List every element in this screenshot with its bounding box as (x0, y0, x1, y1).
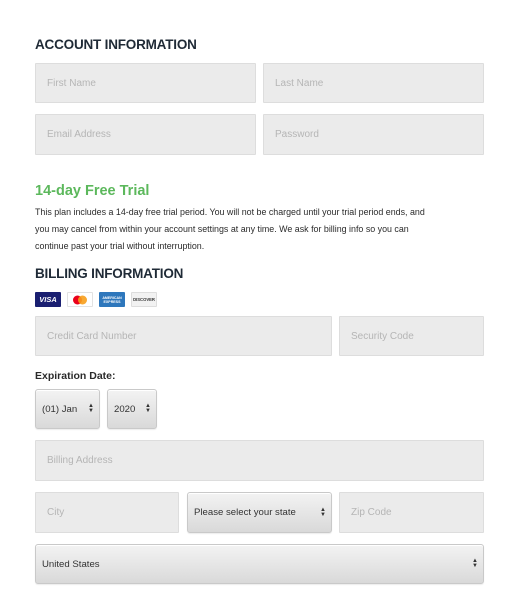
trial-description: This plan includes a 14-day free trial p… (35, 204, 495, 255)
expiration-year-select[interactable]: 2020 ▲ ▼ (107, 389, 157, 429)
billing-information-heading: BILLING INFORMATION (35, 266, 184, 281)
select-arrows-icon: ▲ ▼ (320, 506, 326, 518)
expiration-month-value: (01) Jan (42, 403, 78, 415)
visa-icon: VISA (35, 292, 61, 307)
security-code-input[interactable]: Security Code (339, 316, 484, 356)
first-name-input[interactable]: First Name (35, 63, 256, 103)
discover-icon: DISCOVER (131, 292, 157, 307)
select-arrows-icon: ▲ ▼ (88, 403, 94, 414)
trial-description-line: This plan includes a 14-day free trial p… (35, 207, 425, 217)
zip-code-input[interactable]: Zip Code (339, 492, 484, 533)
password-input[interactable]: Password (263, 114, 484, 155)
state-select[interactable]: Please select your state ▲ ▼ (187, 492, 332, 533)
expiration-month-select[interactable]: (01) Jan ▲ ▼ (35, 389, 100, 429)
expiration-date-label: Expiration Date: (35, 370, 116, 382)
email-input[interactable]: Email Address (35, 114, 256, 155)
mastercard-icon (67, 292, 93, 307)
trial-heading: 14-day Free Trial (35, 183, 150, 199)
trial-description-line: you may cancel from within your account … (35, 224, 409, 234)
select-arrows-icon: ▲ ▼ (145, 403, 151, 414)
state-select-value: Please select your state (194, 507, 296, 518)
city-input[interactable]: City (35, 492, 179, 533)
country-select[interactable]: United States ▲ ▼ (35, 544, 484, 584)
credit-card-number-input[interactable]: Credit Card Number (35, 316, 332, 356)
last-name-input[interactable]: Last Name (263, 63, 484, 103)
mastercard-logo (73, 295, 87, 304)
expiration-year-value: 2020 (114, 403, 136, 415)
select-arrows-icon: ▲ ▼ (472, 558, 478, 569)
trial-description-line: continue past your trial without interru… (35, 241, 205, 251)
billing-address-input[interactable]: Billing Address (35, 440, 484, 481)
accepted-cards: VISA AMERICAN EXPRESS DISCOVER (35, 292, 157, 307)
amex-icon: AMERICAN EXPRESS (99, 292, 125, 307)
account-information-heading: ACCOUNT INFORMATION (35, 37, 197, 52)
country-select-value: United States (42, 558, 100, 570)
